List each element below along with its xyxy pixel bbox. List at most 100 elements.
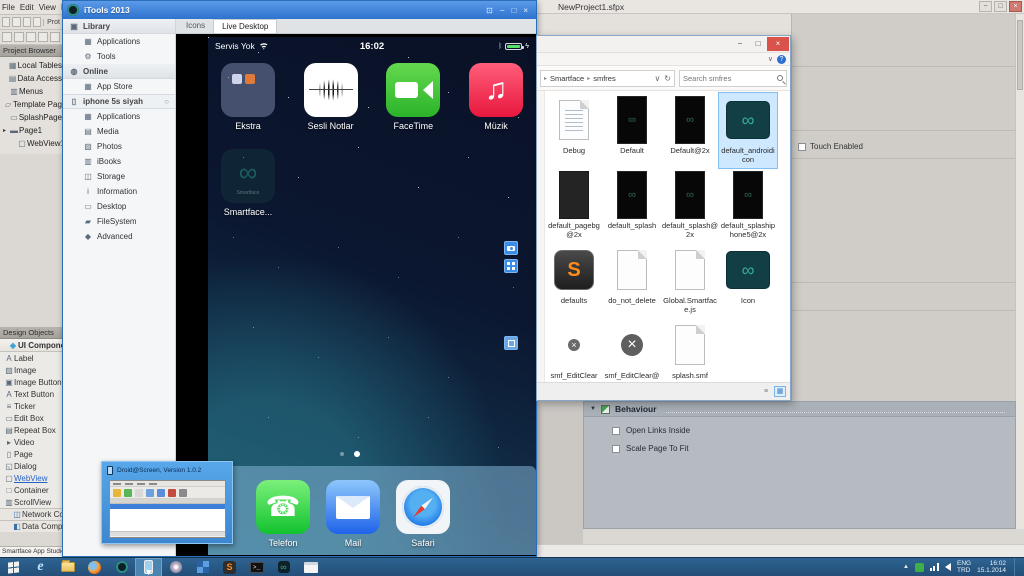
itools-sidebar-item[interactable]: ⚙ Tools bbox=[63, 49, 175, 64]
dock-app[interactable]: Telefon bbox=[256, 480, 310, 548]
dock-app[interactable]: Safari bbox=[396, 480, 450, 548]
itools-tab[interactable]: Icons bbox=[178, 19, 213, 33]
component-item[interactable]: ▸ Video bbox=[0, 436, 62, 448]
close-button[interactable]: × bbox=[767, 37, 789, 51]
file-item[interactable]: default_splash@2x bbox=[661, 168, 719, 243]
app-icon[interactable] bbox=[469, 63, 523, 117]
collapse-arrow-icon[interactable]: ▼ bbox=[590, 406, 596, 412]
taskbar-itools[interactable] bbox=[108, 558, 135, 576]
smartface-app-icon[interactable] bbox=[221, 149, 275, 203]
tree-item[interactable]: ▥ Menus bbox=[0, 85, 62, 98]
address-dropdown-icon[interactable]: ∨ bbox=[654, 74, 660, 83]
component-item[interactable]: ▭ Edit Box bbox=[0, 412, 62, 424]
file-item[interactable]: default_splash bbox=[603, 168, 661, 243]
list-view-button[interactable]: ≡ bbox=[760, 386, 772, 397]
explorer-search[interactable] bbox=[679, 70, 787, 87]
file-item[interactable]: Debug bbox=[545, 93, 603, 168]
toolbar-icon[interactable] bbox=[14, 32, 24, 42]
component-item[interactable]: ▣ Image Button bbox=[0, 376, 62, 388]
help-icon[interactable]: ? bbox=[777, 55, 786, 64]
taskbar-app-window[interactable] bbox=[297, 558, 324, 576]
dock-app-icon[interactable] bbox=[256, 480, 310, 534]
menu-item[interactable]: File bbox=[2, 3, 15, 12]
component-item[interactable]: ◱ Dialog bbox=[0, 460, 62, 472]
dock-app-icon[interactable] bbox=[396, 480, 450, 534]
itools-sidebar-item[interactable]: ▦ Applications bbox=[63, 34, 175, 49]
component-item[interactable]: A Label bbox=[0, 352, 62, 364]
dock-app-icon[interactable] bbox=[326, 480, 380, 534]
tree-item[interactable]: ▸ ▬ Page1 bbox=[0, 124, 62, 137]
itools-sidebar-item[interactable]: ▤ Media bbox=[63, 124, 175, 139]
component-item[interactable]: ▨ Image bbox=[0, 364, 62, 376]
taskbar-smartface[interactable] bbox=[270, 558, 297, 576]
menu-item[interactable]: Edit bbox=[20, 3, 34, 12]
thumbnail-view-button[interactable]: ▦ bbox=[774, 386, 786, 397]
ui-components-group[interactable]: ◈ UI Components bbox=[0, 339, 62, 352]
tree-item[interactable]: ▱ Template Pages bbox=[0, 98, 62, 111]
file-item[interactable]: Global.Smartface.js bbox=[661, 243, 719, 318]
taskbar-sublime-text[interactable] bbox=[216, 558, 243, 576]
taskbar-firefox[interactable] bbox=[81, 558, 108, 576]
iphone-app[interactable]: FaceTime bbox=[386, 63, 440, 131]
itools-sidebar-item[interactable]: ▦ Applications bbox=[63, 109, 175, 124]
network-icon[interactable] bbox=[930, 563, 939, 571]
clock[interactable]: 16:02 15.1.2014 bbox=[977, 560, 1006, 574]
close-button[interactable]: × bbox=[1009, 1, 1022, 12]
file-item[interactable]: default_androidicon bbox=[719, 93, 777, 168]
component-item[interactable]: ≡ Ticker bbox=[0, 400, 62, 412]
screenshot-camera-button[interactable] bbox=[504, 241, 518, 255]
itools-sidebar-item[interactable]: ▥ iBooks bbox=[63, 154, 175, 169]
toolbar-icon[interactable] bbox=[38, 32, 48, 42]
file-item[interactable]: Default bbox=[603, 93, 661, 168]
file-item[interactable]: Icon bbox=[719, 243, 777, 318]
toolbar-icon[interactable] bbox=[23, 17, 31, 27]
iphone-app[interactable]: Müzik bbox=[469, 63, 523, 131]
file-item[interactable]: splash.smf bbox=[661, 318, 719, 382]
component-group[interactable]: ◧ Data Component bbox=[0, 520, 62, 532]
component-group[interactable]: ◫ Network Compo bbox=[0, 508, 62, 520]
expand-view-button[interactable] bbox=[504, 259, 518, 273]
itools-sidebar-item[interactable]: ▨ Photos bbox=[63, 139, 175, 154]
minimize-button[interactable]: − bbox=[500, 6, 505, 15]
droidscreen-window[interactable]: Droid@Screen, Version 1.0.2 bbox=[101, 461, 233, 544]
component-item[interactable]: A Text Button bbox=[0, 388, 62, 400]
component-item[interactable]: ▢ WebView bbox=[0, 472, 62, 484]
file-item[interactable]: default_pagebg@2x bbox=[545, 168, 603, 243]
behaviour-section-header[interactable]: ▼ Behaviour bbox=[584, 402, 1015, 417]
security-tray-icon[interactable] bbox=[915, 563, 924, 572]
toolbar-icon[interactable] bbox=[50, 32, 60, 42]
itools-sidebar-item[interactable]: ◍ Online bbox=[63, 64, 175, 79]
maximize-button[interactable]: □ bbox=[994, 1, 1007, 12]
itools-sidebar-item[interactable]: i Information bbox=[63, 184, 175, 199]
itools-sidebar-item[interactable]: ▰ FileSystem bbox=[63, 214, 175, 229]
search-icon[interactable] bbox=[777, 75, 783, 81]
component-item[interactable]: ▯ Page bbox=[0, 448, 62, 460]
tree-item[interactable]: ▤ Data Access bbox=[0, 72, 62, 85]
search-input[interactable] bbox=[683, 74, 773, 83]
itools-sidebar-item[interactable]: ◆ Advanced bbox=[63, 229, 175, 244]
show-desktop-button[interactable] bbox=[1014, 558, 1018, 576]
tree-item[interactable]: ▭ SplashPage bbox=[0, 111, 62, 124]
dock-app[interactable]: Mail bbox=[326, 480, 380, 548]
itools-sidebar-item[interactable]: ▦ App Store bbox=[63, 79, 175, 94]
file-item[interactable]: do_not_delete bbox=[603, 243, 661, 318]
taskbar-media-app[interactable] bbox=[162, 558, 189, 576]
app-icon[interactable] bbox=[386, 63, 440, 117]
touch-enabled-checkbox[interactable] bbox=[798, 143, 806, 151]
itools-sidebar-item[interactable]: ▣ Library bbox=[63, 19, 175, 34]
file-item[interactable]: default_splashiphone5@2x bbox=[719, 168, 777, 243]
snapshot-button[interactable] bbox=[504, 336, 518, 350]
droidscreen-titlebar[interactable]: Droid@Screen, Version 1.0.2 bbox=[102, 462, 232, 478]
iphone-app-installing[interactable]: Smartface... bbox=[221, 149, 275, 217]
settings-button[interactable]: ⊡ bbox=[486, 6, 493, 15]
breadcrumb-segment[interactable]: Smartface bbox=[550, 74, 584, 83]
toolbar-icon[interactable] bbox=[12, 17, 20, 27]
explorer-titlebar[interactable]: − □ × bbox=[537, 36, 790, 53]
refresh-icon[interactable]: ○ bbox=[164, 97, 169, 106]
itools-titlebar[interactable]: iTools 2013 ⊡ − □ × bbox=[63, 1, 536, 19]
toolbar-icon[interactable] bbox=[33, 17, 41, 27]
app-icon[interactable] bbox=[304, 63, 358, 117]
toolbar-icon[interactable] bbox=[2, 32, 12, 42]
file-item[interactable]: smf_EditClear@2x bbox=[603, 318, 661, 382]
tray-expand-icon[interactable]: ▲ bbox=[903, 564, 909, 570]
